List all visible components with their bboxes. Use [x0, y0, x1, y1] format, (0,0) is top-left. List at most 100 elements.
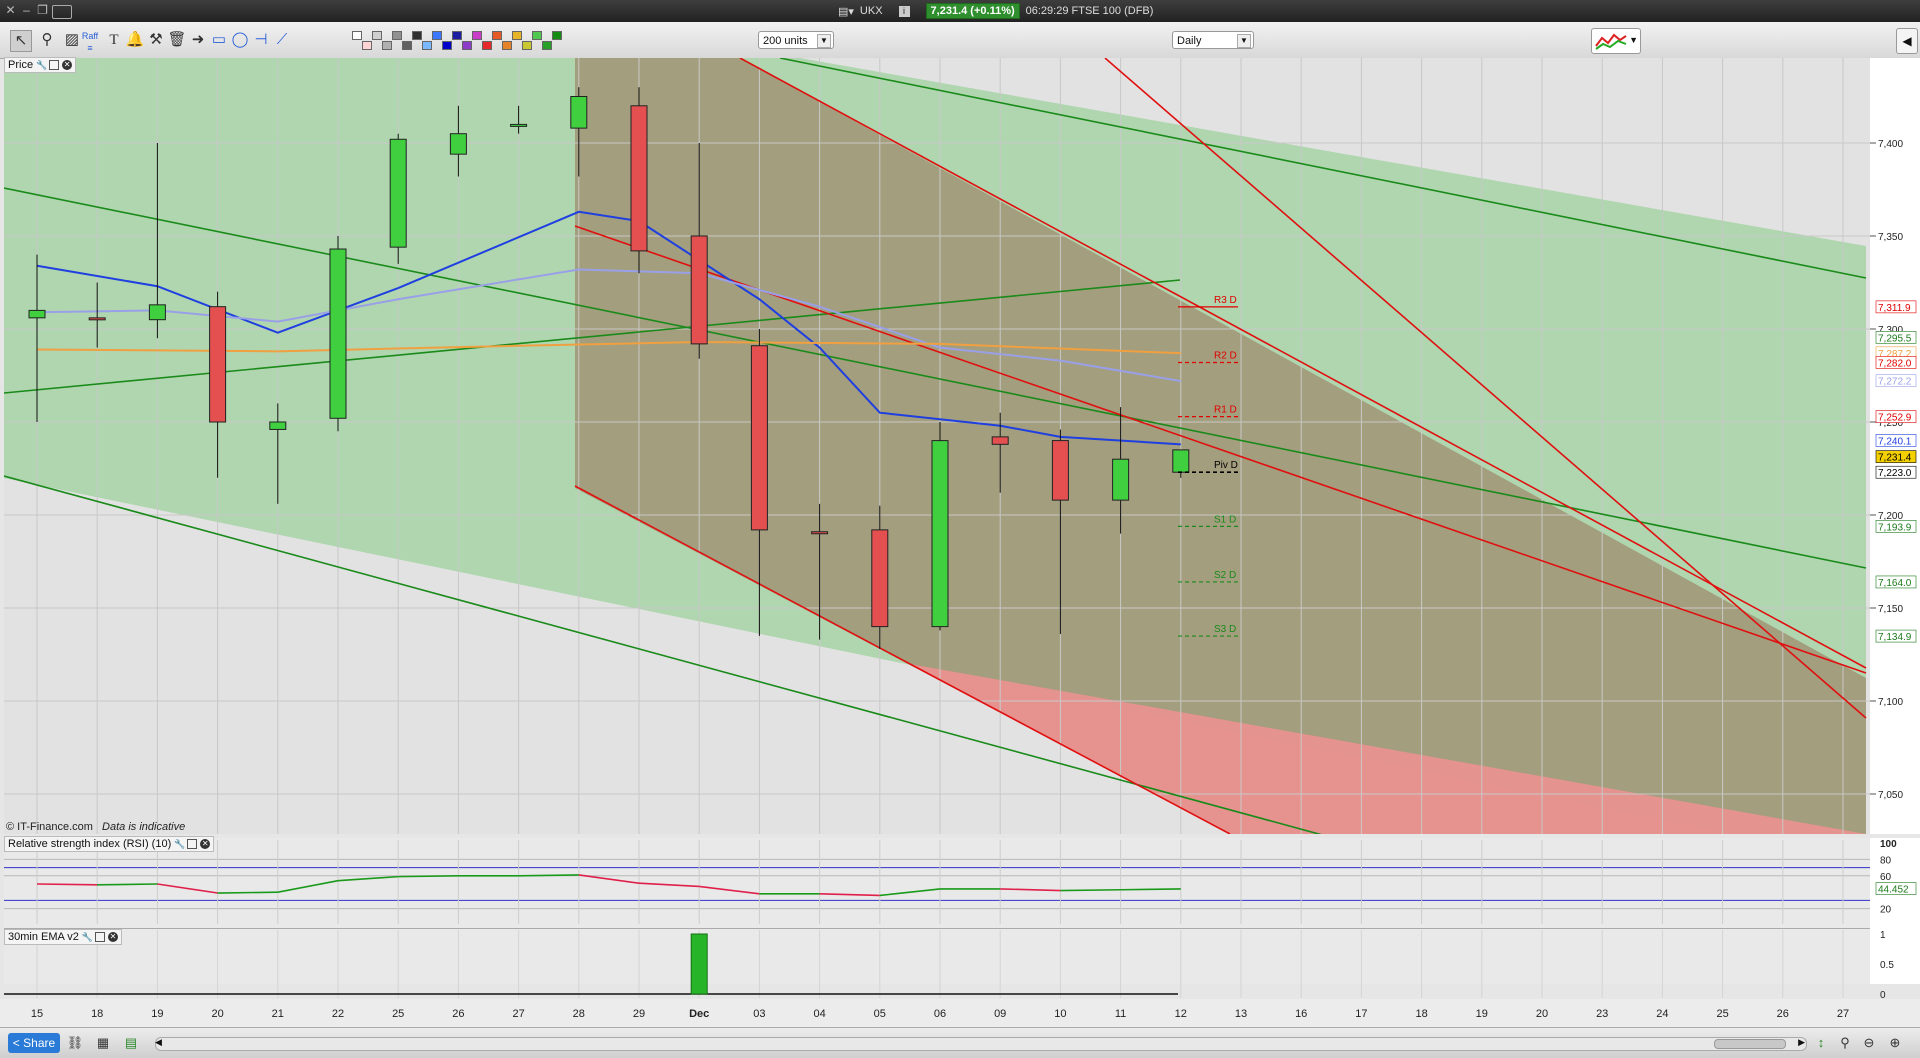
maximize-panel-icon[interactable]: [94, 932, 105, 942]
color-swatch[interactable]: [432, 31, 442, 40]
interval-select[interactable]: Daily ▼: [1172, 31, 1254, 49]
zoom-in-icon[interactable]: ⊕: [1886, 1034, 1904, 1052]
auto-scale-icon[interactable]: ↕: [1812, 1034, 1830, 1052]
rsi-axis-label: 20: [1880, 905, 1892, 916]
price-tick-label: 7,150: [1878, 604, 1903, 615]
rsi-segment: [97, 883, 158, 886]
scroll-right-icon[interactable]: ▶: [1798, 1037, 1805, 1048]
candle-up: [1172, 449, 1190, 473]
price-tag-label: 7,311.9: [1878, 303, 1911, 314]
close-window-icon[interactable]: ✕: [4, 4, 17, 17]
text-tool-icon[interactable]: T: [104, 30, 124, 50]
pointer-tool-icon[interactable]: ↖: [10, 30, 32, 52]
close-panel-icon[interactable]: ✕: [200, 839, 211, 849]
wrench-icon[interactable]: 🔧: [174, 839, 185, 849]
rsi-panel-title: Relative strength index (RSI) (10): [8, 838, 172, 850]
ellipse-tool-icon[interactable]: ◯: [230, 30, 250, 50]
color-swatch[interactable]: [542, 41, 552, 50]
share-button[interactable]: < Share: [8, 1033, 60, 1053]
color-swatch[interactable]: [552, 31, 562, 40]
date-axis-label: 18: [1415, 1008, 1427, 1020]
alert-bell-icon[interactable]: 🔔: [125, 30, 145, 50]
candle-up: [570, 96, 588, 129]
date-axis-label: 11: [1115, 1008, 1126, 1020]
title-center: ▤▾ UKX i 7,231.4 (+0.11%) 06:29:29 FTSE …: [838, 3, 1153, 19]
color-swatch[interactable]: [412, 31, 422, 40]
rsi-segment: [398, 875, 459, 878]
fibonacci-tool-icon[interactable]: ▨: [62, 30, 82, 50]
date-axis-label: 20: [211, 1008, 223, 1020]
trend-line-tool-icon[interactable]: ⟋: [272, 30, 292, 50]
color-swatch[interactable]: [452, 31, 462, 40]
date-axis-label: 25: [392, 1008, 404, 1020]
layout-icon[interactable]: ▦: [94, 1034, 112, 1052]
delete-tool-icon[interactable]: 🗑: [167, 30, 187, 50]
close-panel-icon[interactable]: ✕: [107, 932, 118, 942]
color-swatch[interactable]: [512, 31, 522, 40]
indicator-menu-button[interactable]: ▼: [1591, 28, 1641, 54]
scroll-left-icon[interactable]: ◀: [155, 1037, 162, 1048]
info-icon[interactable]: i: [898, 5, 910, 17]
price-tag-label: 7,193.9: [1878, 522, 1912, 533]
chevron-down-icon: ▼: [1237, 34, 1251, 48]
zoom-fit-icon[interactable]: ⚲: [1836, 1034, 1854, 1052]
date-axis-label: 04: [813, 1008, 825, 1020]
color-swatch[interactable]: [482, 41, 492, 50]
date-axis-label: 22: [332, 1008, 344, 1020]
color-swatch[interactable]: [392, 31, 402, 40]
date-axis-label: 26: [1777, 1008, 1789, 1020]
collapse-panel-icon[interactable]: ◀: [1896, 28, 1918, 54]
color-swatch[interactable]: [422, 41, 432, 50]
color-swatch[interactable]: [502, 41, 512, 50]
candle-up: [28, 309, 46, 319]
rsi-panel-header: Relative strength index (RSI) (10) 🔧 ✕: [4, 836, 215, 852]
price-tag-label: 7,164.0: [1878, 578, 1912, 589]
close-panel-icon[interactable]: ✕: [62, 60, 73, 70]
horizontal-line-tool-icon[interactable]: ⊣: [251, 30, 271, 50]
wrench-icon[interactable]: 🔧: [82, 932, 93, 942]
candle-up: [389, 138, 407, 248]
ema-axis-label: 1: [1880, 930, 1886, 941]
color-swatch[interactable]: [362, 41, 372, 50]
rectangle-tool-icon[interactable]: ▭: [209, 30, 229, 50]
time-scrollbar[interactable]: ◀ ▶: [155, 1037, 1807, 1051]
color-swatch[interactable]: [522, 41, 532, 50]
zoom-out-icon[interactable]: ⊖: [1860, 1034, 1878, 1052]
live-price-badge: 7,231.4 (+0.11%): [925, 3, 1020, 19]
color-swatch[interactable]: [402, 41, 412, 50]
candle-down: [871, 529, 889, 628]
wrench-icon[interactable]: 🔧: [36, 60, 47, 70]
pivot-label: S1 D: [1214, 514, 1236, 525]
color-swatch[interactable]: [532, 31, 542, 40]
price-panel-title: Price: [8, 59, 34, 71]
table-icon[interactable]: ▤: [122, 1034, 140, 1052]
color-swatch[interactable]: [442, 41, 452, 50]
maximize-panel-icon[interactable]: [187, 839, 198, 849]
candle-up: [931, 440, 949, 628]
instrument-icon: ▤▾: [838, 5, 854, 18]
color-swatch[interactable]: [382, 41, 392, 50]
date-axis-label: Dec: [689, 1008, 709, 1020]
color-swatch[interactable]: [372, 31, 382, 40]
raff-channel-tool-icon[interactable]: Raff ≡: [80, 30, 100, 53]
link-icon[interactable]: ⛓: [66, 1034, 84, 1052]
price-tag-label: 7,134.9: [1878, 632, 1912, 643]
restore-window-icon[interactable]: ❐: [36, 4, 49, 17]
pitchfork-tool-icon[interactable]: ⚒: [146, 30, 166, 50]
color-swatch[interactable]: [352, 31, 362, 40]
units-select[interactable]: 200 units ▼: [758, 31, 834, 49]
pivot-label: Piv D: [1214, 460, 1238, 471]
candle-up: [510, 123, 528, 127]
color-swatch[interactable]: [462, 41, 472, 50]
color-swatch[interactable]: [472, 31, 482, 40]
scrollbar-thumb[interactable]: [1714, 1039, 1786, 1049]
color-swatch[interactable]: [492, 31, 502, 40]
price-tag-label: 7,231.4: [1878, 453, 1912, 464]
zoom-tool-icon[interactable]: ⚲: [37, 30, 57, 50]
fullscreen-icon[interactable]: [52, 5, 72, 19]
minimize-window-icon[interactable]: –: [20, 4, 33, 17]
chart-area[interactable]: R3 D R2 D R1 D Piv D S1 D S2 D S3 D 7,400 7,350…: [0, 58, 1920, 1027]
indicator-chart-icon: [1595, 33, 1627, 50]
arrow-tool-icon[interactable]: ➜: [188, 30, 208, 50]
maximize-panel-icon[interactable]: [49, 60, 60, 70]
